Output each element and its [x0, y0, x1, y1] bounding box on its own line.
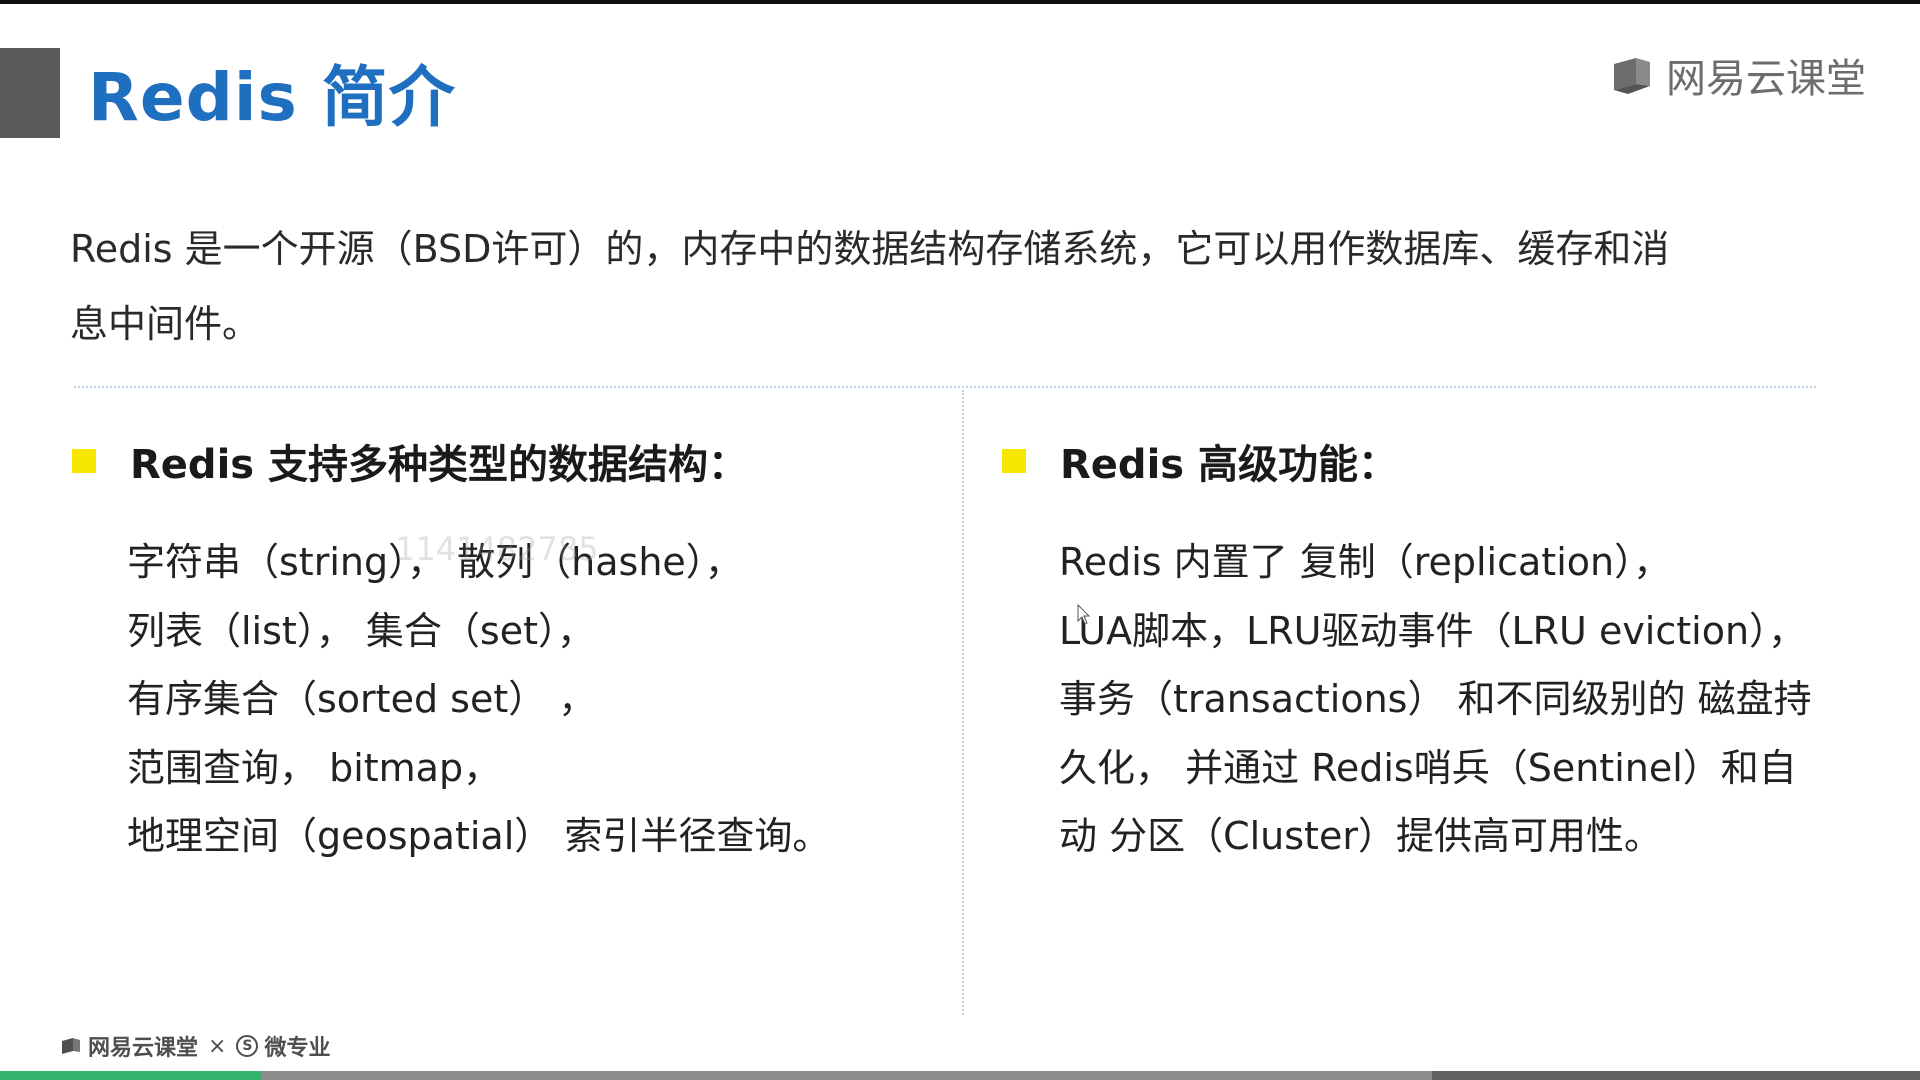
advanced-features-list: Redis 内置了 复制（replication）， LUA脚本，LRU驱动事件… — [1059, 528, 1812, 871]
advanced-features-heading: Redis 高级功能： — [1002, 432, 1398, 490]
brand-name: 网易云课堂 — [1666, 56, 1866, 102]
user-id-watermark: 1141482785 — [395, 530, 599, 568]
brand-logo: 网易云课堂 — [1610, 46, 1866, 104]
book-logo-icon — [1614, 58, 1650, 94]
vertical-divider — [962, 390, 964, 1015]
video-progress-bar[interactable] — [0, 1071, 1920, 1080]
intro-paragraph: Redis 是一个开源（BSD许可）的，内存中的数据结构存储系统，它可以用作数据… — [70, 212, 1850, 362]
list-item: 事务（transactions） 和不同级别的 磁盘持 — [1059, 677, 1812, 721]
title-accent-block — [0, 48, 60, 138]
partner-logo-icon: S — [236, 1035, 259, 1057]
footer-separator: × — [208, 1033, 227, 1059]
book-logo-icon — [62, 1038, 80, 1054]
footer-branding: 网易云课堂 × S 微专业 — [60, 1030, 330, 1062]
intro-line-1: Redis 是一个开源（BSD许可）的，内存中的数据结构存储系统，它可以用作数据… — [70, 227, 1670, 271]
slide-title: Redis 简介 — [88, 59, 456, 136]
advanced-features-heading-text: Redis 高级功能： — [1060, 442, 1399, 488]
intro-line-2: 息中间件。 — [70, 302, 261, 346]
list-item: 列表（list）， 集合（set）， — [127, 608, 595, 653]
list-item: 动 分区（Cluster）提供高可用性。 — [1059, 814, 1662, 858]
list-item: 久化， 并通过 Redis哨兵（Sentinel）和自 — [1059, 745, 1797, 790]
top-border — [0, 0, 1920, 4]
video-played-bar — [0, 1071, 262, 1080]
list-item: 范围查询， bitmap， — [127, 745, 502, 790]
list-item: Redis 内置了 复制（replication）， — [1059, 540, 1672, 584]
footer-partner-name: 微专业 — [264, 1036, 331, 1061]
list-item: 地理空间（geospatial） 索引半径查询。 — [127, 814, 831, 858]
list-item: 有序集合（sorted set） ， — [127, 677, 597, 721]
data-structures-heading: Redis 支持多种类型的数据结构： — [72, 432, 748, 490]
data-structures-list: 字符串（string）， 散列（hashe）， 列表（list）， 集合（set… — [127, 528, 830, 871]
square-bullet-icon — [72, 449, 96, 473]
list-item: LUA脚本，LRU驱动事件（LRU eviction）， — [1059, 608, 1807, 653]
horizontal-divider — [74, 386, 1816, 388]
footer-brand-name: 网易云课堂 — [88, 1036, 199, 1061]
data-structures-heading-text: Redis 支持多种类型的数据结构： — [130, 442, 749, 488]
mouse-pointer-icon — [1077, 604, 1091, 625]
square-bullet-icon — [1002, 449, 1026, 473]
